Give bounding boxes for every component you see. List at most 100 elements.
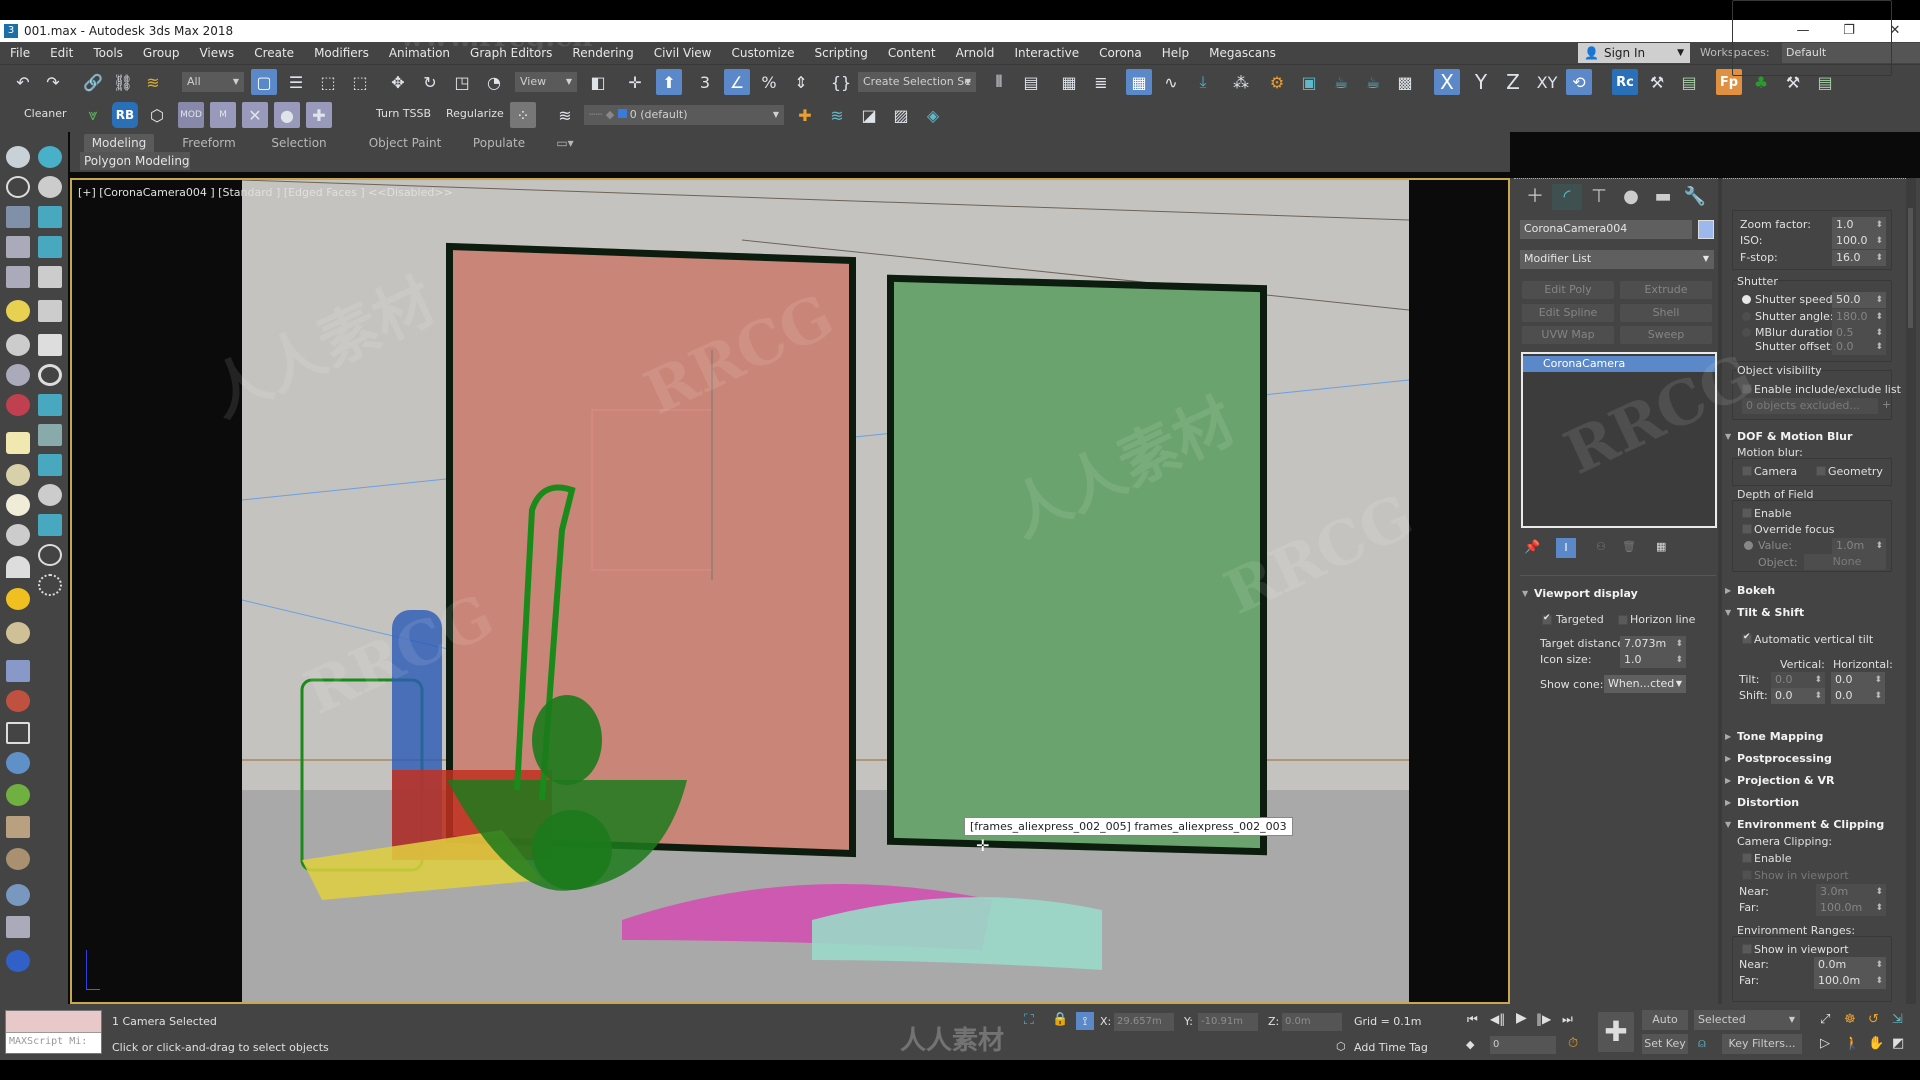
maximize-viewport-icon[interactable]: ◩	[1892, 1036, 1904, 1051]
remove-modifier-icon[interactable]: 🗑	[1622, 540, 1636, 553]
maxscript-input[interactable]: MAXScript Mi:	[6, 1033, 101, 1050]
targeted-checkbox[interactable]	[1542, 613, 1552, 625]
create-tab-icon[interactable]: ＋	[1520, 184, 1550, 210]
list-icon[interactable]: ▤	[1676, 69, 1702, 95]
maxscript-output[interactable]	[6, 1011, 101, 1033]
play-panel-icon[interactable]	[38, 454, 62, 476]
tab-freeform[interactable]: Freeform	[174, 134, 244, 152]
scatter-grid-icon[interactable]	[6, 660, 30, 682]
swirl-icon[interactable]	[38, 364, 62, 386]
sun-light-icon[interactable]	[6, 588, 30, 610]
y-coord-field[interactable]: -10.91m	[1198, 1013, 1258, 1031]
select-by-name-icon[interactable]: ☰	[283, 69, 309, 95]
axis-constraint-toggle-icon[interactable]: ⟲	[1566, 69, 1592, 95]
iso-spinner[interactable]: 100.0	[1832, 233, 1886, 249]
snaps-toggle-icon[interactable]: 3	[692, 69, 718, 95]
menu-modifiers[interactable]: Modifiers	[304, 42, 379, 64]
angle-snap-icon[interactable]: ∠	[724, 69, 750, 95]
tone-mapping-rollout[interactable]: ▶ Tone Mapping	[1725, 728, 1905, 746]
set-key-large-icon[interactable]: ✚	[1598, 1012, 1634, 1052]
redo-icon[interactable]: ↷	[40, 69, 66, 95]
modifier-list-dropdown[interactable]: Modifier List ▼	[1520, 250, 1714, 269]
key-mode-toggle-icon[interactable]: ◆	[1466, 1038, 1474, 1051]
sphere-light-icon[interactable]	[6, 622, 30, 644]
camera-blur-checkbox[interactable]	[1742, 466, 1752, 476]
molecule-icon[interactable]	[6, 690, 30, 712]
sweep-button[interactable]: Sweep	[1620, 326, 1712, 344]
absolute-mode-icon[interactable]: ⟟	[1076, 1012, 1094, 1030]
add-to-layer-icon[interactable]: ◪	[856, 102, 882, 128]
field-of-view-icon[interactable]: ▷	[1820, 1036, 1830, 1051]
environment-clipping-rollout[interactable]: ▼ Environment & Clipping	[1725, 816, 1905, 834]
viewport-display-rollout[interactable]: ▼ Viewport display	[1522, 585, 1702, 603]
menu-group[interactable]: Group	[133, 42, 190, 64]
shutter-speed-radio[interactable]	[1742, 295, 1751, 304]
hexagon-icon[interactable]: ⬡	[144, 102, 170, 128]
link-icon[interactable]: 🔗	[80, 69, 106, 95]
menu-interactive[interactable]: Interactive	[1004, 42, 1089, 64]
undo-icon[interactable]: ↶	[10, 69, 36, 95]
enable-include-exclude-checkbox[interactable]	[1742, 384, 1752, 394]
layer-properties-icon[interactable]: ▨	[888, 102, 914, 128]
extrude-button[interactable]: Extrude	[1620, 281, 1712, 299]
auto-key-button[interactable]: Auto Key	[1642, 1010, 1688, 1046]
bulb-outline-icon[interactable]	[38, 574, 62, 596]
env-near-spinner[interactable]: 0.0m	[1814, 957, 1886, 973]
make-unique-icon[interactable]: ⚇	[1596, 540, 1606, 553]
axis-x-button[interactable]: X	[1434, 69, 1460, 95]
z-coord-field[interactable]: 0.0m	[1282, 1013, 1342, 1031]
tab-selection[interactable]: Selection	[264, 134, 334, 152]
walk-through-icon[interactable]: 🚶	[1844, 1036, 1860, 1051]
objects-excluded-button[interactable]: 0 objects excluded...	[1742, 398, 1878, 414]
menu-scripting[interactable]: Scripting	[804, 42, 877, 64]
menu-views[interactable]: Views	[189, 42, 244, 64]
selection-lock-icon[interactable]: 🔒	[1052, 1012, 1068, 1027]
named-selection-dropdown[interactable]: Create Selection Se ▼	[858, 72, 976, 92]
light-icon[interactable]	[6, 300, 30, 322]
param-icon[interactable]: M	[210, 102, 236, 128]
isolate-selection-icon[interactable]: ⛶	[1024, 1012, 1034, 1028]
apple[interactable]	[532, 810, 612, 890]
clip-far-spinner[interactable]: 100.0m	[1816, 900, 1886, 916]
add-exclude-icon[interactable]: +	[1882, 398, 1891, 411]
horizon-line-checkbox[interactable]	[1618, 615, 1628, 625]
menu-corona[interactable]: Corona	[1089, 42, 1152, 64]
postprocessing-rollout[interactable]: ▶ Postprocessing	[1725, 750, 1905, 768]
ribbon-options-icon[interactable]: ▭▾	[550, 134, 580, 152]
pine-icon[interactable]	[38, 300, 62, 322]
mesh-teapot-icon[interactable]	[6, 524, 30, 546]
add-time-tag-button[interactable]: Add Time Tag	[1354, 1041, 1428, 1054]
toggle-ribbon-icon[interactable]: ▦	[1126, 69, 1152, 95]
dof-motion-blur-rollout[interactable]: ▼ DOF & Motion Blur	[1725, 428, 1905, 446]
menu-tools[interactable]: Tools	[83, 42, 133, 64]
scrollbar-thumb[interactable]	[1908, 208, 1913, 328]
viewport-label[interactable]: [+] [CoronaCamera004 ] [Standard ] [Edge…	[78, 186, 453, 199]
pin-stack-icon[interactable]: 📌	[1524, 540, 1540, 555]
rendered-frame-window-icon[interactable]: ▣	[1296, 69, 1322, 95]
uvw-map-button[interactable]: UVW Map	[1522, 326, 1614, 344]
hierarchy-tab-icon[interactable]: ⊤	[1584, 184, 1614, 210]
camera-icon[interactable]	[38, 206, 62, 228]
multi-camera-icon[interactable]	[38, 484, 62, 506]
tilt-shift-rollout[interactable]: ▼ Tilt & Shift	[1725, 604, 1905, 622]
layer-dropdown[interactable]: ┄┄ ◆ 0 (default) ▼	[584, 105, 784, 125]
truck-camera-icon[interactable]: ✋	[1868, 1036, 1884, 1051]
keyboard-shortcut-override-icon[interactable]: ⬆	[656, 69, 682, 95]
env-show-viewport-checkbox[interactable]	[1742, 944, 1752, 954]
spheres-plus-icon[interactable]: ✚	[306, 102, 332, 128]
axis-y-button[interactable]: Y	[1468, 69, 1494, 95]
menu-help[interactable]: Help	[1152, 42, 1199, 64]
shift-horizontal-spinner[interactable]: 0.0	[1831, 688, 1885, 704]
distortion-rollout[interactable]: ▶ Distortion	[1725, 794, 1905, 812]
table-icon[interactable]	[6, 266, 30, 288]
cleaner-button[interactable]: Cleaner	[24, 104, 67, 124]
menu-content[interactable]: Content	[878, 42, 946, 64]
clip-near-spinner[interactable]: 3.0m	[1816, 884, 1886, 900]
roll-camera-icon[interactable]: ↺	[1868, 1012, 1879, 1027]
go-to-start-icon[interactable]: ⏮	[1467, 1012, 1478, 1027]
show-end-result-icon[interactable]: Ⅰ	[1556, 538, 1576, 558]
icon-size-spinner[interactable]: 1.0	[1620, 652, 1686, 668]
grid-dots-icon[interactable]: ⁘	[510, 102, 536, 128]
mblur-duration-radio[interactable]	[1742, 328, 1751, 337]
shutter-angle-spinner[interactable]: 180.0	[1832, 309, 1886, 325]
